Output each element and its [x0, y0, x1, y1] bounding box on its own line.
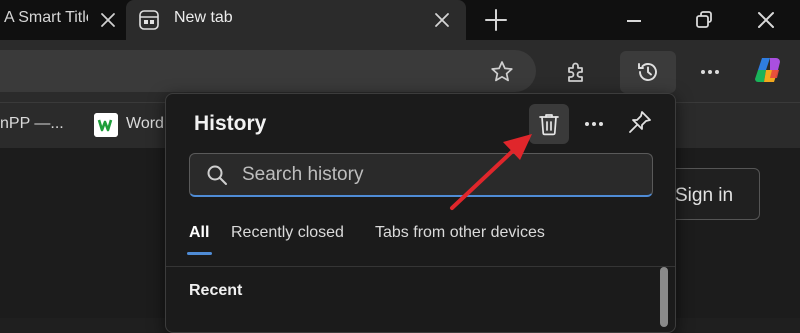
address-bar[interactable] [0, 50, 536, 92]
favorite-item[interactable]: nPP —... [0, 115, 64, 133]
divider [166, 266, 675, 267]
search-history-field[interactable] [189, 153, 653, 197]
scrollbar[interactable] [660, 267, 668, 327]
copilot-icon[interactable] [752, 54, 784, 86]
wordpress-logo-icon [94, 113, 118, 137]
history-tabs: All Recently closed Tabs from other devi… [166, 224, 677, 258]
tab-other-devices[interactable]: Tabs from other devices [375, 224, 545, 242]
history-flyout: History All Recently closed Tabs from ot… [165, 93, 676, 333]
more-options-icon[interactable] [580, 110, 608, 138]
search-icon [207, 165, 227, 185]
favorite-label: Word [126, 115, 164, 132]
tab-strip: A Smart Title New tab [0, 0, 800, 40]
tab-active[interactable]: New tab [126, 0, 466, 40]
history-icon [638, 63, 657, 81]
tab-title: A Smart Title [4, 9, 88, 26]
trash-icon [539, 114, 559, 136]
new-tab-favicon-icon [139, 10, 159, 30]
section-recent-heading: Recent [189, 282, 243, 299]
close-window-icon[interactable] [752, 6, 780, 34]
sign-in-label: Sign in [675, 185, 734, 206]
close-icon[interactable] [430, 8, 454, 32]
active-tab-indicator [187, 252, 212, 255]
minimize-icon[interactable] [620, 6, 648, 34]
extensions-icon[interactable] [564, 59, 590, 85]
history-button[interactable] [620, 51, 676, 93]
tab-recently-closed[interactable]: Recently closed [231, 224, 344, 242]
annotation-arrow-icon [450, 134, 532, 210]
close-icon[interactable] [96, 8, 120, 32]
tab-inactive[interactable]: A Smart Title [0, 0, 126, 40]
restore-icon[interactable] [690, 6, 718, 34]
tab-title: New tab [174, 9, 233, 26]
history-title: History [194, 112, 267, 135]
tab-all[interactable]: All [189, 224, 209, 242]
more-icon[interactable] [696, 59, 724, 85]
new-tab-plus-icon[interactable] [482, 6, 510, 34]
pin-icon[interactable] [626, 108, 654, 136]
star-icon[interactable] [489, 59, 515, 85]
